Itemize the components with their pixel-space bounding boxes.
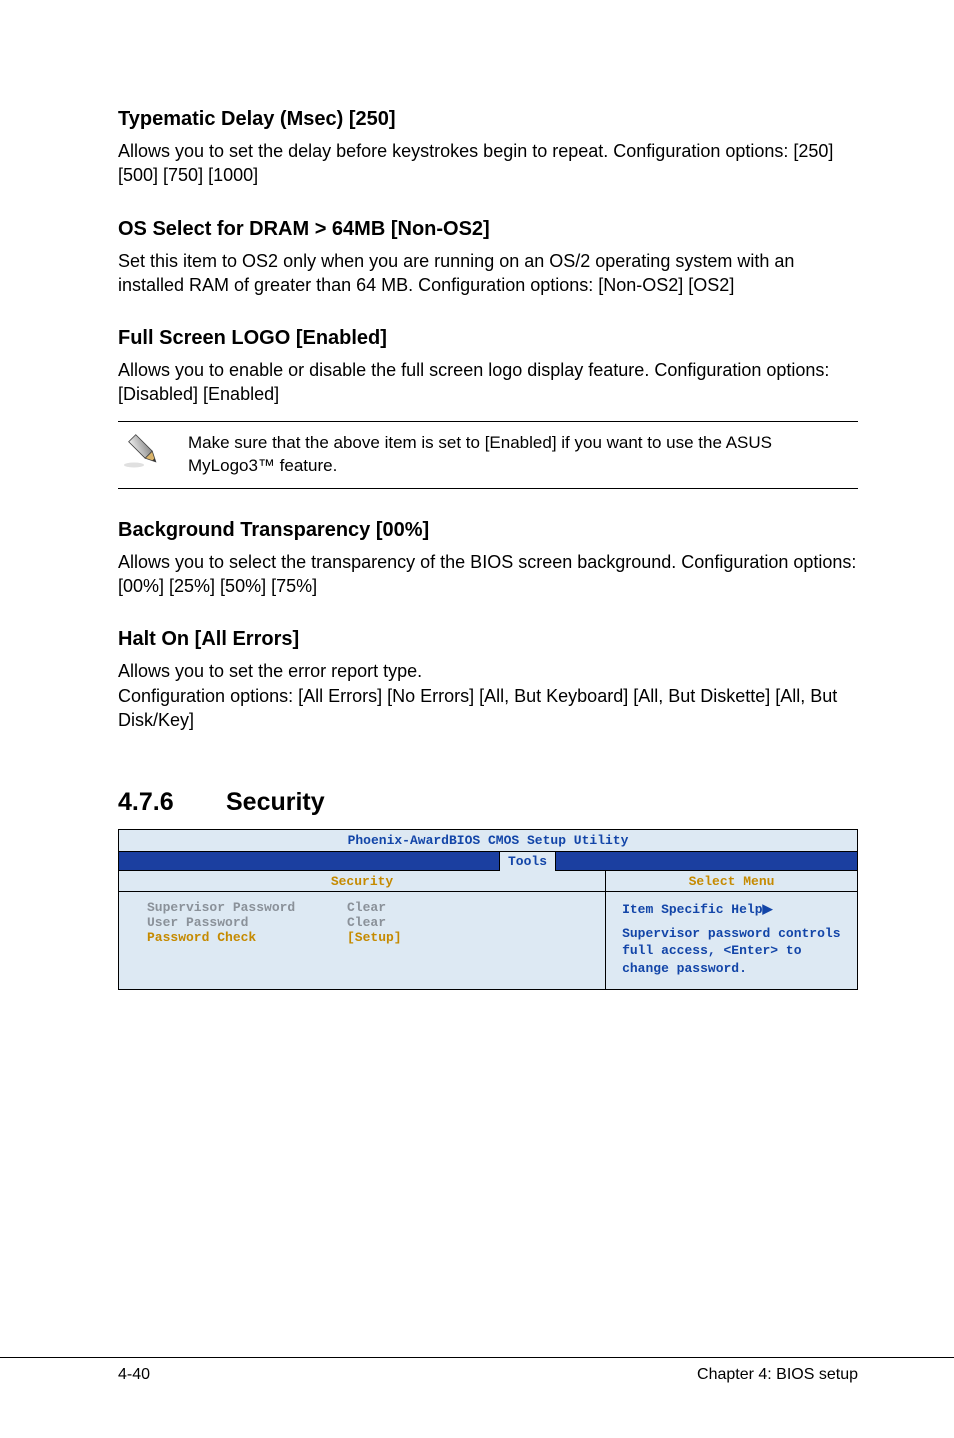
heading-logo: Full Screen LOGO [Enabled] bbox=[118, 327, 858, 350]
bios-left-body: Supervisor PasswordClear User PasswordCl… bbox=[119, 892, 605, 971]
heading-bg: Background Transparency [00%] bbox=[118, 519, 858, 542]
bios-tabbar: Tools bbox=[119, 852, 857, 871]
pencil-icon bbox=[118, 430, 188, 475]
note-block: Make sure that the above item is set to … bbox=[118, 421, 858, 489]
para-typematic: Allows you to set the delay before keyst… bbox=[118, 139, 858, 188]
bios-help-body: Supervisor password controls full access… bbox=[622, 925, 845, 978]
page-footer: 4-40 Chapter 4: BIOS setup bbox=[0, 1357, 954, 1384]
heading-os-select: OS Select for DRAM > 64MB [Non-OS2] bbox=[118, 218, 858, 241]
heading-halt: Halt On [All Errors] bbox=[118, 628, 858, 651]
triangle-right-icon: ▶ bbox=[763, 901, 773, 916]
bios-row-label: User Password bbox=[147, 915, 347, 930]
bios-screenshot: Phoenix-AwardBIOS CMOS Setup Utility Too… bbox=[118, 829, 858, 990]
bios-help-title: Item Specific Help▶ bbox=[622, 900, 845, 919]
note-text: Make sure that the above item is set to … bbox=[188, 430, 858, 478]
page-number: 4-40 bbox=[118, 1366, 150, 1384]
section-title: Security bbox=[226, 788, 325, 816]
bios-left-header: Security bbox=[119, 871, 605, 892]
para-halt: Allows you to set the error report type.… bbox=[118, 659, 858, 732]
bios-row-label: Password Check bbox=[147, 930, 347, 945]
para-logo: Allows you to enable or disable the full… bbox=[118, 358, 858, 407]
bios-row-value: Clear bbox=[347, 915, 386, 930]
bios-tab-tools: Tools bbox=[499, 852, 556, 871]
chapter-label: Chapter 4: BIOS setup bbox=[697, 1366, 858, 1384]
bios-row-label: Supervisor Password bbox=[147, 900, 347, 915]
heading-typematic: Typematic Delay (Msec) [250] bbox=[118, 108, 858, 131]
para-os-select: Set this item to OS2 only when you are r… bbox=[118, 249, 858, 298]
para-bg: Allows you to select the transparency of… bbox=[118, 550, 858, 599]
section-heading-security: 4.7.6Security bbox=[118, 788, 858, 817]
bios-right-header: Select Menu bbox=[606, 871, 857, 892]
section-number: 4.7.6 bbox=[118, 788, 226, 817]
bios-row-value: Clear bbox=[347, 900, 386, 915]
bios-title: Phoenix-AwardBIOS CMOS Setup Utility bbox=[119, 830, 857, 852]
bios-row-value: [Setup] bbox=[347, 930, 402, 945]
